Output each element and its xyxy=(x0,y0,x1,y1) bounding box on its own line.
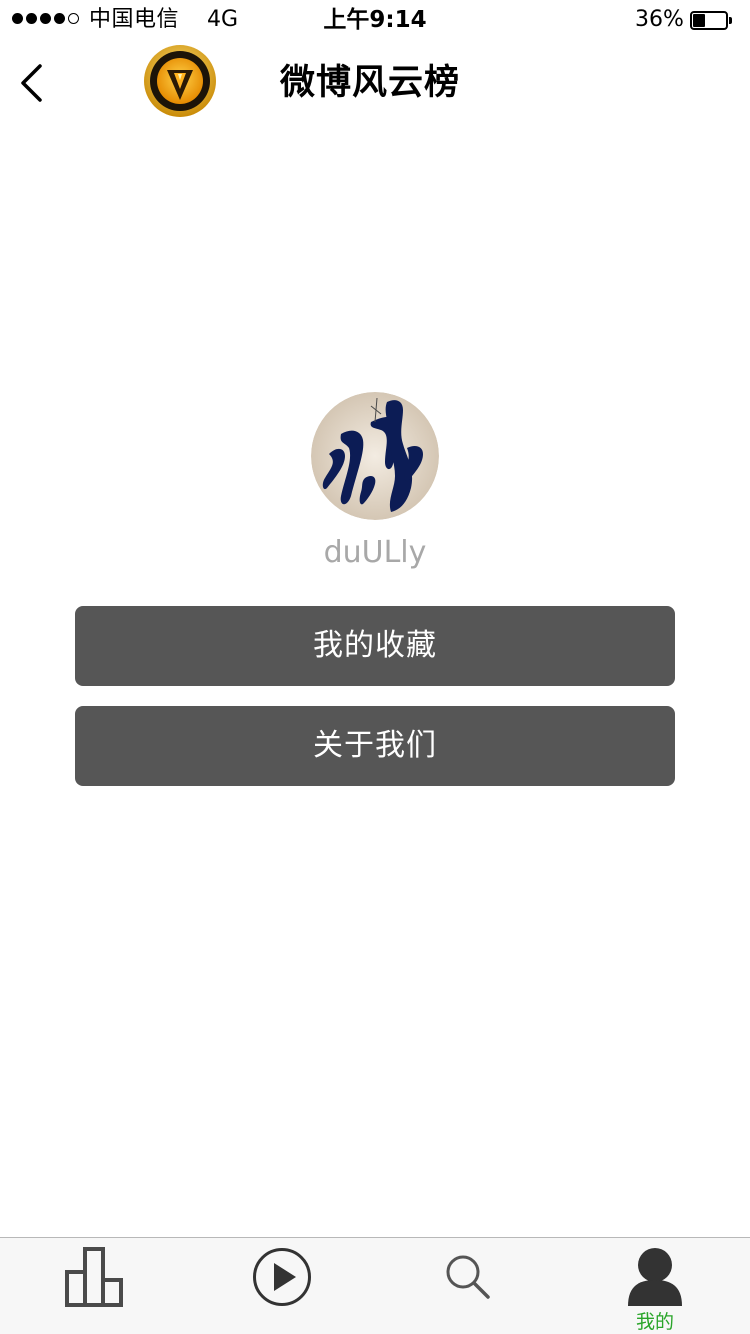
my-favorites-button[interactable]: 我的收藏 xyxy=(75,606,675,686)
calligraphy-avatar-image xyxy=(311,392,439,520)
battery-percent: 36% xyxy=(635,7,684,32)
chevron-left-icon xyxy=(21,64,42,102)
back-button[interactable] xyxy=(12,60,56,108)
app-logo xyxy=(143,44,217,118)
navigation-bar: 微博风云榜 xyxy=(0,40,750,128)
search-icon xyxy=(446,1255,490,1299)
about-us-button[interactable]: 关于我们 xyxy=(75,706,675,786)
avatar[interactable] xyxy=(311,392,439,520)
tab-mine[interactable]: 我的 xyxy=(595,1238,715,1334)
status-bar: 中国电信 4G 上午9:14 36% xyxy=(0,0,750,40)
tab-rankings[interactable] xyxy=(34,1238,154,1334)
tab-mine-label: 我的 xyxy=(635,1311,674,1333)
username: duULly xyxy=(323,535,427,570)
person-icon xyxy=(628,1248,682,1306)
battery-level-fill xyxy=(693,14,705,27)
bar-chart-icon xyxy=(65,1247,123,1307)
play-circle-icon xyxy=(253,1248,311,1306)
page-title: 微博风云榜 xyxy=(280,63,461,103)
battery-icon xyxy=(690,11,734,30)
gold-badge-logo xyxy=(144,45,216,117)
tab-bar: 我的 xyxy=(0,1237,750,1334)
tab-video[interactable] xyxy=(222,1238,342,1334)
screen: 中国电信 4G 上午9:14 36% 微博风云榜 duULly 我的收藏 关于我… xyxy=(0,0,750,1334)
tab-search[interactable] xyxy=(408,1238,528,1334)
